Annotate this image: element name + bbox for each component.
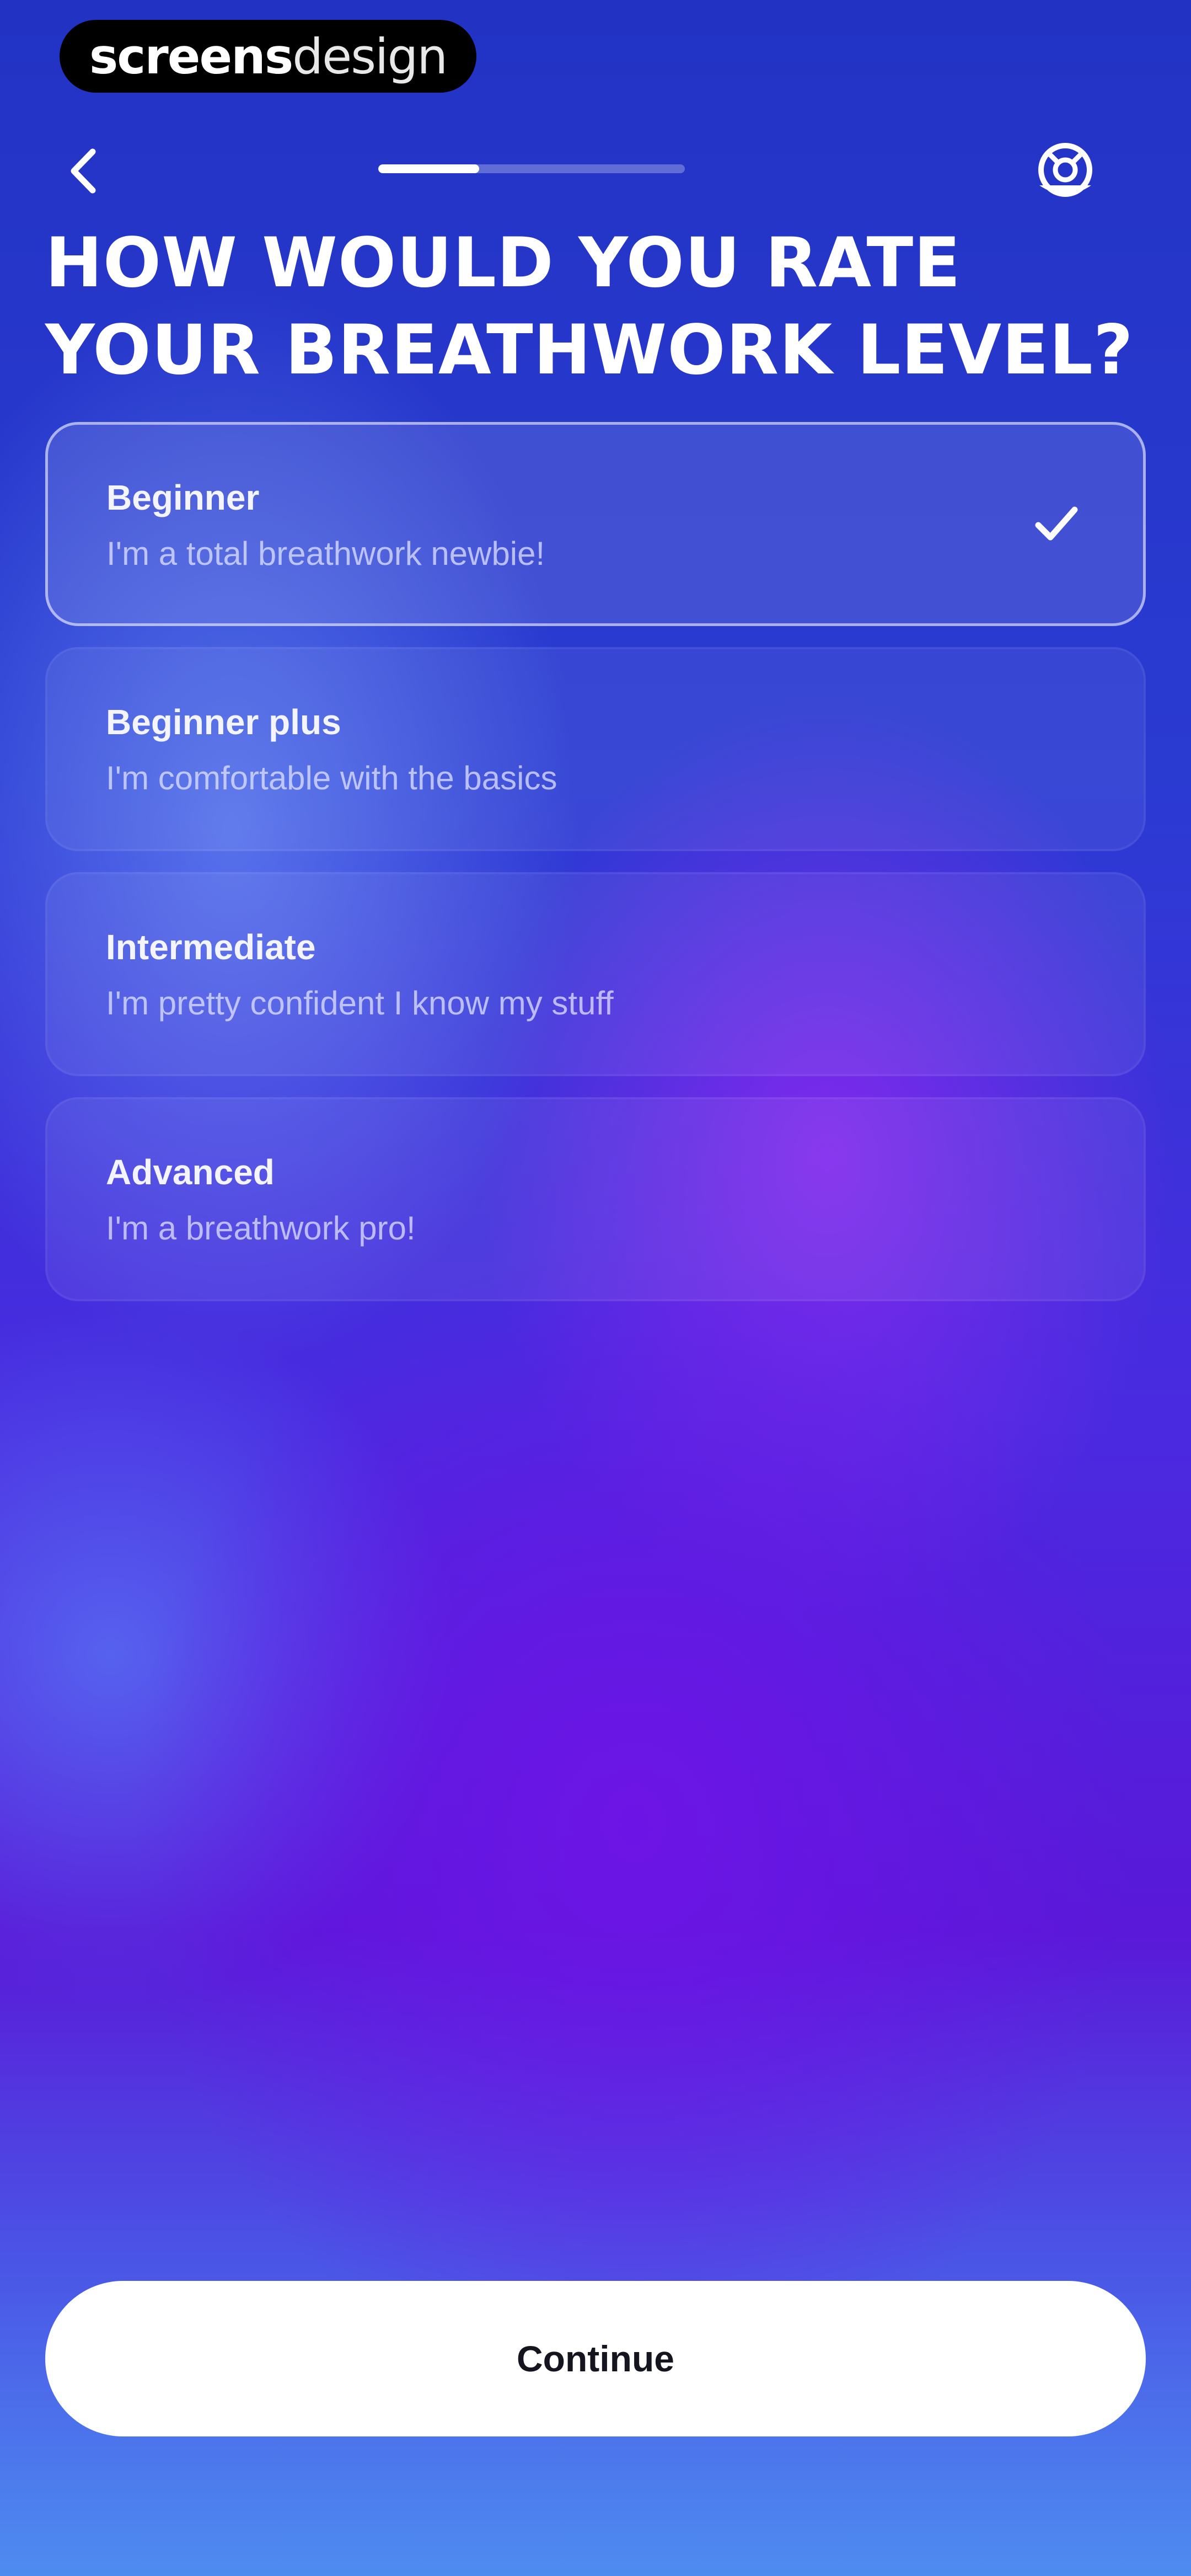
option-label: Advanced (106, 1152, 275, 1192)
option-beginner[interactable]: Beginner I'm a total breathwork newbie! (45, 422, 1146, 626)
option-description: I'm a breathwork pro! (106, 1210, 416, 1247)
help-button[interactable] (1027, 135, 1104, 207)
watermark-bold-text: screens (89, 28, 293, 85)
option-advanced[interactable]: Advanced I'm a breathwork pro! (45, 1097, 1146, 1301)
option-description: I'm a total breathwork newbie! (106, 535, 545, 572)
option-description: I'm pretty confident I know my stuff (106, 985, 614, 1022)
continue-button[interactable]: Continue (45, 2281, 1146, 2436)
chevron-left-icon (71, 148, 96, 194)
lifebuoy-icon (1038, 143, 1092, 197)
option-label: Intermediate (106, 927, 316, 967)
level-options: Beginner I'm a total breathwork newbie! … (45, 422, 1146, 1322)
page-title: HOW WOULD YOU RATE YOUR BREATHWORK LEVEL… (45, 223, 1134, 390)
back-button[interactable] (58, 141, 108, 201)
option-description: I'm comfortable with the basics (106, 760, 557, 797)
option-beginner-plus[interactable]: Beginner plus I'm comfortable with the b… (45, 647, 1146, 851)
check-icon (1035, 506, 1078, 541)
progress-bar-fill (378, 164, 480, 173)
screensdesign-watermark: screens design (60, 20, 476, 93)
option-label: Beginner (106, 478, 260, 517)
option-intermediate[interactable]: Intermediate I'm pretty confident I know… (45, 872, 1146, 1076)
progress-bar (378, 164, 685, 173)
option-label: Beginner plus (106, 702, 341, 742)
watermark-light-text: design (292, 28, 448, 85)
